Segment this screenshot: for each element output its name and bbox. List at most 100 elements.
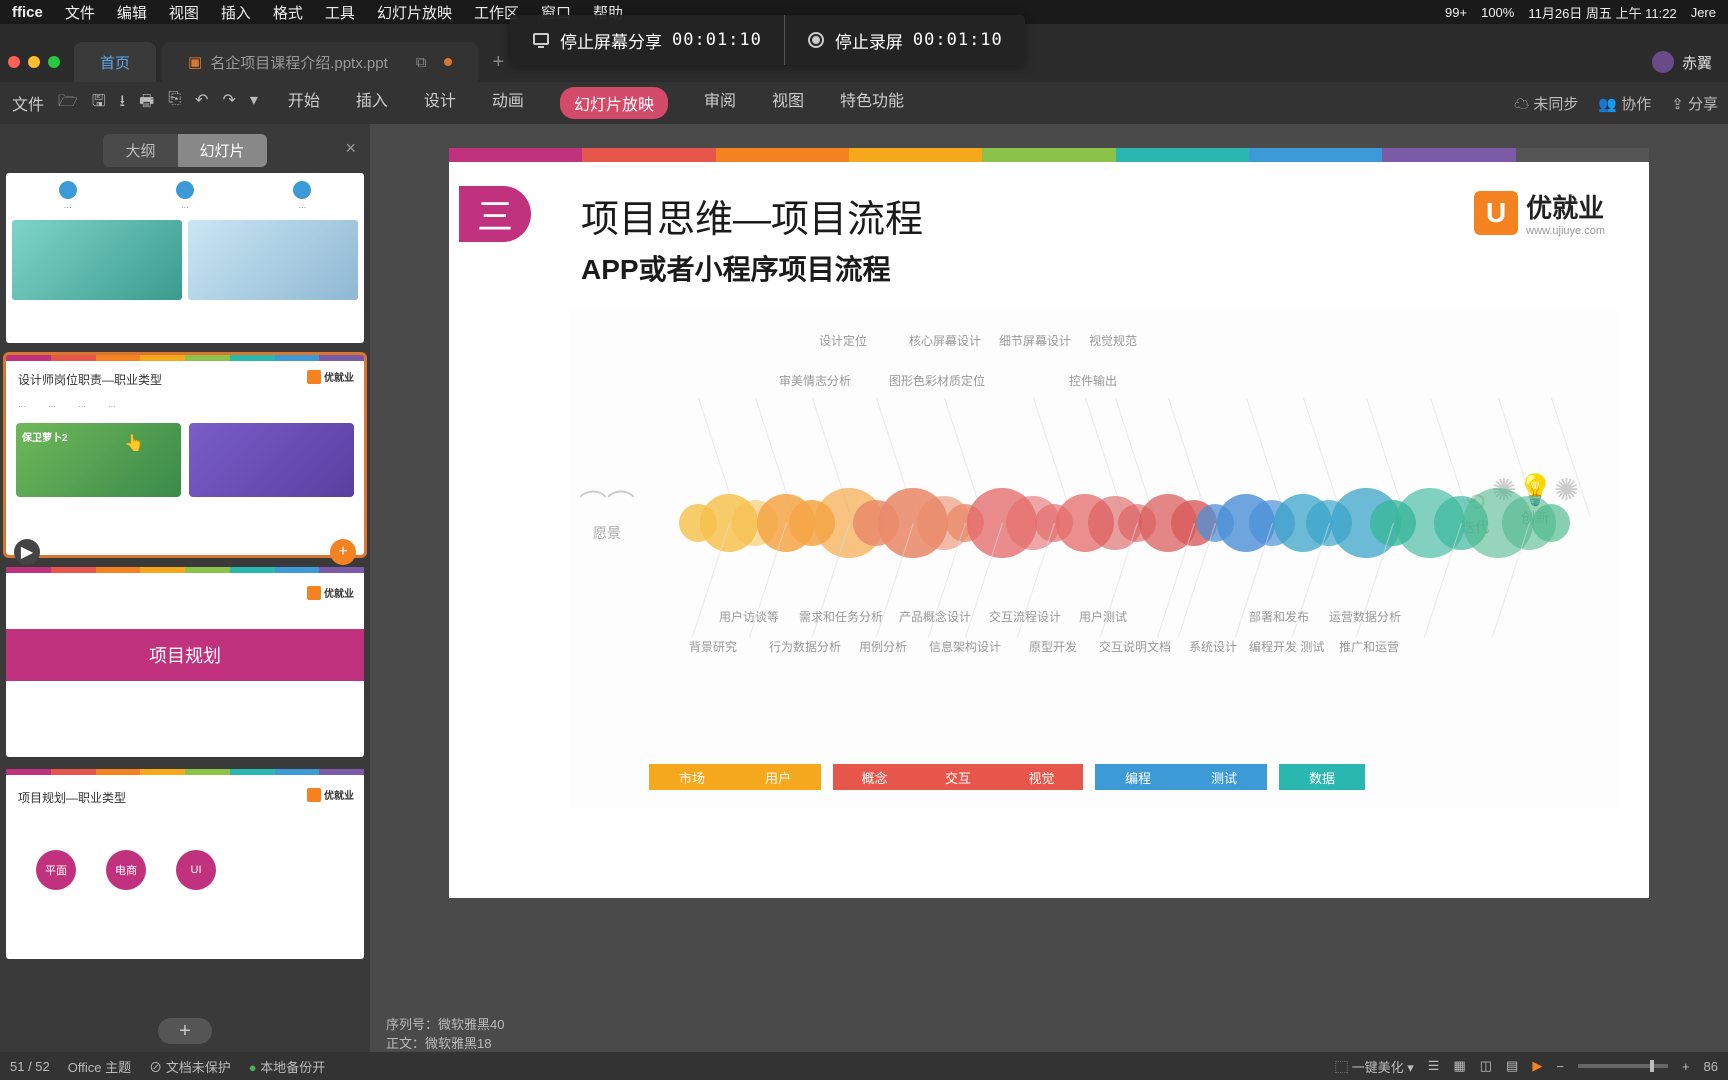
current-slide[interactable]: 三 项目思维—项目流程 APP或者小程序项目流程 U 优就业www.ujiuye…	[449, 148, 1649, 898]
ribbon-tab-view[interactable]: 视图	[772, 87, 804, 119]
ribbon-tab-insert[interactable]: 插入	[356, 87, 388, 119]
menu-edit[interactable]: 编辑	[117, 2, 147, 23]
menu-view[interactable]: 视图	[169, 2, 199, 23]
ribbon-tab-review[interactable]: 审阅	[704, 87, 736, 119]
brand-logo: U 优就业 www.ujiuye.com	[1474, 188, 1605, 237]
tab-home-label: 首页	[100, 52, 130, 73]
zoom-value[interactable]: 86	[1704, 1059, 1718, 1074]
menu-file[interactable]: 文件	[65, 2, 95, 23]
flow-label: 行为数据分析	[769, 638, 841, 655]
sync-status[interactable]: ☁ 未同步	[1514, 93, 1578, 114]
ribbon-tab-slideshow[interactable]: 幻灯片放映	[560, 87, 668, 119]
protect-label: 文档未保护	[166, 1060, 231, 1075]
normal-view-icon[interactable]: ▦	[1453, 1058, 1465, 1074]
close-panel-icon[interactable]: ×	[345, 138, 356, 159]
add-icon[interactable]: +	[330, 539, 356, 565]
legend-item: 测试	[1181, 768, 1267, 787]
slide-thumbnail[interactable]: ··· ··· ···	[6, 173, 364, 343]
play-icon[interactable]: ▶	[14, 539, 40, 565]
open-icon[interactable]: 🗁	[58, 90, 78, 117]
object-info: 序列号：微软雅黑40 正文：微软雅黑18	[386, 1014, 504, 1052]
legend-row: 市场用户 概念交互视觉 编程测试 数据	[649, 764, 1365, 790]
preview-icon[interactable]: ⎘	[168, 90, 181, 117]
logo-text: 优就业	[1526, 193, 1604, 223]
sys-user[interactable]: Jere	[1691, 5, 1716, 20]
tab-document[interactable]: ▣ 名企项目课程介绍.pptx.ppt ⧉	[162, 42, 478, 82]
page-indicator[interactable]: 51 / 52	[10, 1059, 50, 1074]
protect-indicator[interactable]: ⊘ 文档未保护	[149, 1057, 231, 1076]
flow-label: 交互说明文档	[1099, 638, 1171, 655]
menu-tools[interactable]: 工具	[325, 2, 355, 23]
menu-insert[interactable]: 插入	[221, 2, 251, 23]
logo-icon: U	[1474, 191, 1518, 235]
slideshow-icon[interactable]: ▶	[1532, 1058, 1542, 1074]
pill: UI	[176, 850, 216, 890]
flow-label: 核心屏幕设计	[909, 332, 981, 349]
stop-record-button[interactable]: 停止录屏 00:01:10	[785, 15, 1025, 65]
legend-item: 交互	[916, 768, 999, 787]
slide-thumbnail-selected[interactable]: 设计师岗位职责—职业类型 优就业 ············ 保卫萝卜2 ▶ + …	[6, 355, 364, 555]
collab-button[interactable]: 👥 协作	[1598, 93, 1651, 114]
ribbon-tab-design[interactable]: 设计	[424, 87, 456, 119]
share-timer: 00:01:10	[672, 30, 762, 50]
thumbnail-list[interactable]: ··· ··· ··· 设计师岗位职责—职业类型 优就业 ···········…	[0, 173, 370, 1010]
flow-label: 部署和发布	[1249, 608, 1309, 625]
legend-item: 用户	[735, 768, 821, 787]
info-seq: 序列号：微软雅黑40	[386, 1014, 504, 1033]
vision-icon: ⌒⌒ 愿景	[579, 483, 635, 543]
status-bar: 51 / 52 Office 主题 ⊘ 文档未保护 ● 本地备份开 ⬚ 一键美化…	[0, 1052, 1728, 1080]
backup-indicator[interactable]: ● 本地备份开	[249, 1057, 326, 1076]
flow-label: 细节屏幕设计	[999, 332, 1071, 349]
flow-label: 控件输出	[1069, 372, 1117, 389]
slide-thumbnail[interactable]: 项目规划—职业类型 优就业 平面 电商 UI	[6, 769, 364, 959]
flow-label: 视觉规范	[1089, 332, 1137, 349]
file-menu-icon[interactable]: 文件	[12, 91, 44, 115]
flow-label: 原型开发	[1029, 638, 1077, 655]
ribbon-tab-features[interactable]: 特色功能	[840, 87, 904, 119]
ribbon-tab-animation[interactable]: 动画	[492, 87, 524, 119]
view-slides[interactable]: 幻灯片	[178, 134, 267, 167]
print-icon[interactable]: 🖶	[139, 90, 154, 117]
window-traffic-lights[interactable]	[8, 56, 60, 68]
ribbon-tab-start[interactable]: 开始	[288, 87, 320, 119]
beautify-button[interactable]: ⬚ 一键美化 ▾	[1335, 1057, 1414, 1076]
redo-icon[interactable]: ↷	[222, 90, 235, 117]
ribbon: 文件 🗁 🖫 ⭳ 🖶 ⎘ ↶ ↷ ▾ 开始 插入 设计 动画 幻灯片放映 审阅 …	[0, 82, 1728, 124]
new-tab-button[interactable]: +	[492, 51, 504, 74]
export-icon[interactable]: ⭳	[120, 90, 126, 117]
flow-label: 产品概念设计	[899, 608, 971, 625]
qat-dropdown-icon[interactable]: ▾	[250, 90, 258, 117]
theme-indicator[interactable]: Office 主题	[68, 1057, 131, 1076]
zoom-in-icon[interactable]: +	[1682, 1059, 1690, 1074]
account-name: 赤翼	[1682, 52, 1712, 73]
share-button[interactable]: ⇪ 分享	[1671, 93, 1718, 114]
stop-share-button[interactable]: 停止屏幕分享 00:01:10	[510, 15, 785, 65]
notes-view-icon[interactable]: ☰	[1428, 1058, 1440, 1074]
account-chip[interactable]: 赤翼	[1652, 51, 1728, 73]
menu-slideshow[interactable]: 幻灯片放映	[377, 2, 452, 23]
zoom-slider[interactable]	[1578, 1064, 1668, 1068]
notif-count[interactable]: 99+	[1445, 5, 1467, 20]
pill: 平面	[36, 850, 76, 890]
save-icon[interactable]: 🖫	[92, 90, 106, 117]
pill: 电商	[106, 850, 146, 890]
view-outline[interactable]: 大纲	[103, 134, 177, 167]
popout-icon[interactable]: ⧉	[416, 54, 427, 71]
quick-access-toolbar: 🗁 🖫 ⭳ 🖶 ⎘ ↶ ↷ ▾	[58, 90, 258, 117]
zoom-out-icon[interactable]: −	[1556, 1059, 1564, 1074]
slide-thumbnail[interactable]: 优就业 项目规划	[6, 567, 364, 757]
view-switch: 大纲 幻灯片	[103, 134, 266, 167]
legend-item: 编程	[1095, 768, 1181, 787]
menu-format[interactable]: 格式	[273, 2, 303, 23]
logo-url: www.ujiuye.com	[1526, 225, 1605, 237]
flow-label: 运营数据分析	[1329, 608, 1401, 625]
slide-canvas[interactable]: 三 项目思维—项目流程 APP或者小程序项目流程 U 优就业www.ujiuye…	[370, 124, 1728, 1052]
undo-icon[interactable]: ↶	[195, 90, 208, 117]
tab-home[interactable]: 首页	[74, 42, 156, 82]
sync-label: 未同步	[1533, 96, 1578, 113]
clock: 11月26日 周五 上午 11:22	[1528, 3, 1676, 22]
add-slide-button[interactable]: +	[158, 1018, 212, 1044]
sorter-view-icon[interactable]: ▤	[1506, 1058, 1518, 1074]
flow-label: 审美情志分析	[779, 372, 851, 389]
reading-view-icon[interactable]: ◫	[1480, 1058, 1492, 1074]
